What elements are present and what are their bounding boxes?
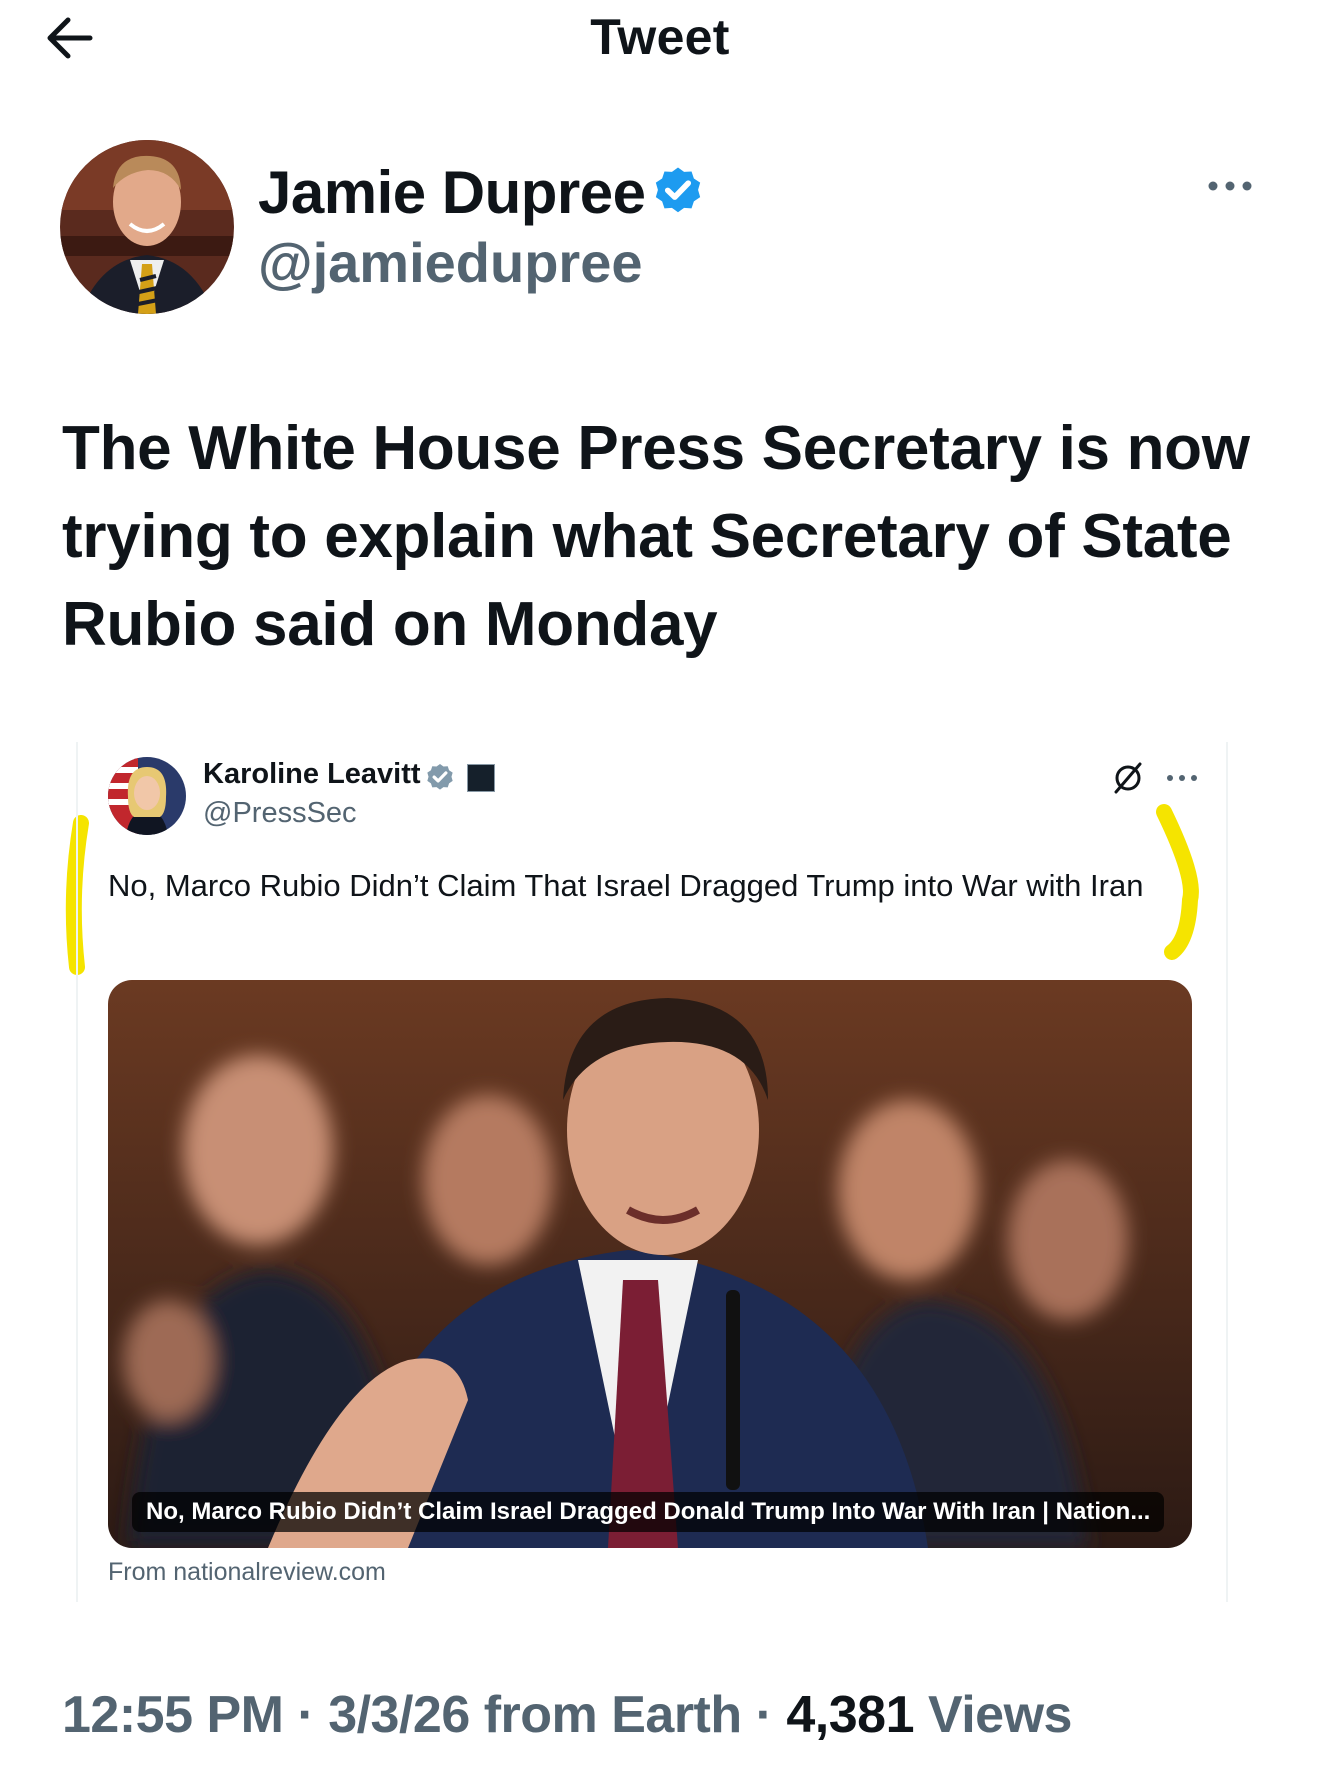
tweet-location: from Earth <box>483 1686 742 1744</box>
author-handle[interactable]: @jamiedupree <box>258 230 643 295</box>
link-card[interactable]: No, Marco Rubio Didn’t Claim Israel Drag… <box>108 980 1192 1548</box>
verified-badge-icon <box>655 167 701 213</box>
meta-separator: · <box>755 1686 773 1744</box>
author-avatar[interactable] <box>60 140 234 314</box>
tweet-author: Jamie Dupree @jamiedupree <box>0 140 1320 320</box>
verified-badge-icon <box>427 764 453 790</box>
quoted-author-handle[interactable]: @PressSec <box>203 797 357 830</box>
quoted-more-options-icon[interactable] <box>1166 772 1198 784</box>
link-card-title: No, Marco Rubio Didn’t Claim Israel Drag… <box>132 1492 1165 1532</box>
link-card-source[interactable]: From nationalreview.com <box>108 1558 386 1587</box>
tweet-time[interactable]: 12:55 PM <box>62 1686 284 1744</box>
quoted-author-avatar[interactable] <box>108 757 186 835</box>
top-bar: Tweet <box>0 0 1320 80</box>
views-label[interactable]: Views <box>928 1686 1072 1744</box>
tweet-text: The White House Press Secretary is now t… <box>62 414 1250 659</box>
tweet-metadata: 12:55 PM · 3/3/26 from Earth · 4,381 Vie… <box>62 1685 1072 1745</box>
more-options-icon[interactable] <box>1205 176 1255 196</box>
page-title: Tweet <box>590 9 730 65</box>
meta-separator: · <box>297 1686 315 1744</box>
author-display-name[interactable]: Jamie Dupree <box>258 158 646 227</box>
affiliation-badge-icon <box>467 764 495 792</box>
views-count[interactable]: 4,381 <box>786 1686 914 1744</box>
quoted-author-display-name[interactable]: Karoline Leavitt <box>203 758 421 791</box>
tweet-date[interactable]: 3/3/26 <box>328 1686 470 1744</box>
quoted-tweet-text: No, Marco Rubio Didn’t Claim That Israel… <box>108 868 1144 903</box>
link-card-image <box>108 980 1192 1548</box>
grok-icon[interactable] <box>1110 760 1146 796</box>
